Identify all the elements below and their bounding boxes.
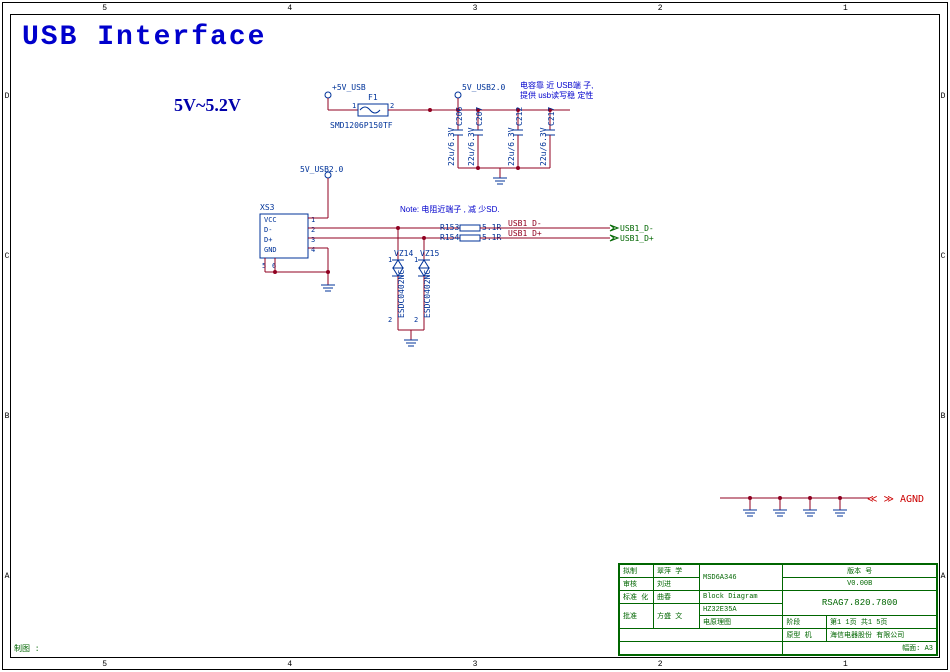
- tvs-vz14: VZ14 ESDC0402NC 1 2: [388, 226, 413, 330]
- svg-text:C217: C217: [547, 107, 556, 126]
- cap-c217: C217 22u/6.3V: [539, 107, 556, 168]
- svg-text:VCC: VCC: [264, 216, 277, 224]
- cap-c206: C206 22u/6.3V: [447, 107, 464, 168]
- svg-text:22u/6.3V: 22u/6.3V: [467, 127, 476, 166]
- power-5v-usb20-b: 5V_USB2.0: [300, 165, 344, 218]
- svg-text:4: 4: [311, 246, 315, 254]
- svg-text:5V_USB2.0: 5V_USB2.0: [300, 165, 344, 174]
- agnd-net: ≪ ≫ AGND: [720, 494, 924, 516]
- svg-text:≪ ≫: ≪ ≫: [867, 494, 894, 505]
- title-block: 拟制 翠萍 学 MSD6A346 版本 号 审核 刘进 V0.00B 标准 化 …: [618, 563, 938, 656]
- power-5v-usb: +5V_USB: [325, 83, 366, 110]
- svg-text:6: 6: [272, 262, 276, 270]
- svg-text:5: 5: [262, 262, 266, 270]
- svg-text:GND: GND: [264, 246, 277, 254]
- svg-text:22u/6.3V: 22u/6.3V: [447, 127, 456, 166]
- svg-text:2: 2: [390, 102, 394, 110]
- svg-text:2: 2: [388, 316, 392, 324]
- svg-text:XS3: XS3: [260, 203, 275, 212]
- tb-row1-l: 拟制: [620, 565, 654, 578]
- svg-text:F1: F1: [368, 93, 378, 102]
- offpage-usb1-dm: USB1_D-: [610, 224, 654, 233]
- gnd-symbol-caps: [493, 178, 507, 184]
- svg-text:1: 1: [414, 256, 418, 264]
- svg-text:3: 3: [311, 236, 315, 244]
- svg-text:1: 1: [388, 256, 392, 264]
- tvs-vz15: VZ15 ESDC0402NC 1 2: [414, 236, 439, 330]
- svg-text:C212: C212: [515, 107, 524, 126]
- svg-text:ESDC0402NC: ESDC0402NC: [423, 270, 432, 318]
- gnd-symbol-tvs: [404, 340, 418, 346]
- svg-text:2: 2: [414, 316, 418, 324]
- svg-text:22u/6.3V: 22u/6.3V: [539, 127, 548, 166]
- svg-text:AGND: AGND: [900, 494, 924, 505]
- svg-text:1: 1: [352, 102, 356, 110]
- svg-text:SMD1206P150TF: SMD1206P150TF: [330, 121, 393, 130]
- svg-text:USB1_D-: USB1_D-: [508, 219, 542, 228]
- svg-text:R154: R154: [440, 233, 459, 242]
- svg-text:VZ14: VZ14: [394, 249, 413, 258]
- offpage-usb1-dp: USB1_D+: [610, 234, 654, 243]
- svg-text:电容靠 近 USB端 子,: 电容靠 近 USB端 子,: [520, 80, 593, 90]
- svg-text:1: 1: [311, 216, 315, 224]
- svg-text:C207: C207: [475, 107, 484, 126]
- svg-text:提供 usb读写稳 定性: 提供 usb读写稳 定性: [520, 90, 593, 100]
- svg-text:USB1_D-: USB1_D-: [620, 224, 654, 233]
- svg-text:VZ15: VZ15: [420, 249, 439, 258]
- drawn-by-label: 制图 :: [14, 643, 40, 654]
- cap-c207: C207 22u/6.3V: [467, 107, 484, 168]
- connector-xs3: XS3 VCC D- D+ GND 1 2 3 4 5 6: [260, 203, 315, 272]
- svg-text:+5V_USB: +5V_USB: [332, 83, 366, 92]
- svg-text:5V_USB2.0: 5V_USB2.0: [462, 83, 506, 92]
- svg-text:D+: D+: [264, 236, 272, 244]
- power-5v-usb20-a: 5V_USB2.0: [455, 83, 506, 110]
- svg-text:Note: 电阻近端子 , 减 少SD.: Note: 电阻近端子 , 减 少SD.: [400, 204, 500, 214]
- svg-text:R153: R153: [440, 223, 459, 232]
- svg-text:2: 2: [311, 226, 315, 234]
- svg-text:22u/6.3V: 22u/6.3V: [507, 127, 516, 166]
- cap-c212: C212 22u/6.3V: [507, 107, 524, 168]
- svg-text:USB1_D+: USB1_D+: [508, 229, 542, 238]
- svg-text:D-: D-: [264, 226, 272, 234]
- svg-text:C206: C206: [455, 107, 464, 126]
- gnd-symbol-xs3: [321, 285, 335, 291]
- svg-text:ESDC0402NC: ESDC0402NC: [397, 270, 406, 318]
- svg-text:USB1_D+: USB1_D+: [620, 234, 654, 243]
- fuse-f1: F1 1 2 SMD1206P150TF: [328, 93, 458, 130]
